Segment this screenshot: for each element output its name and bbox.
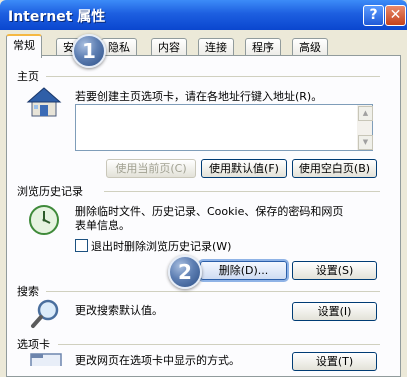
tabs-settings-button[interactable]: 设置(T) (292, 352, 377, 371)
homepage-group-label: 主页 (17, 68, 43, 84)
tab-privacy[interactable]: 隐私 (101, 38, 137, 56)
history-description-line2: 表单信息。 (75, 219, 130, 232)
tab-content[interactable]: 内容 (151, 38, 187, 56)
homepage-description: 若要创建主页选项卡，请在各地址行键入地址(R)。 (75, 90, 323, 103)
title-bar: Internet 属性 ? ✕ (0, 0, 407, 30)
use-current-page-button[interactable]: 使用当前页(C) (106, 159, 196, 178)
homepage-address-input[interactable]: ▲ ▼ (75, 104, 373, 151)
tabs-group-divider (58, 344, 380, 345)
use-blank-page-button[interactable]: 使用空白页(B) (292, 159, 377, 178)
history-group-divider (104, 191, 380, 192)
search-magnifier-icon (31, 299, 59, 328)
step-1-badge: 1 (72, 34, 106, 68)
search-settings-button[interactable]: 设置(I) (292, 302, 377, 321)
search-group-divider (46, 291, 380, 292)
close-button[interactable]: ✕ (385, 5, 406, 26)
scroll-up-icon[interactable]: ▲ (358, 106, 373, 121)
tab-advanced[interactable]: 高级 (292, 38, 328, 56)
delete-on-exit-label: 退出时删除浏览历史记录(W) (91, 240, 232, 253)
help-button[interactable]: ? (363, 5, 384, 26)
search-group-label: 搜索 (17, 283, 43, 299)
scroll-down-icon[interactable]: ▼ (358, 135, 373, 150)
use-default-button[interactable]: 使用默认值(F) (201, 159, 287, 178)
tab-general[interactable]: 常规 (6, 34, 42, 58)
delete-history-button[interactable]: 删除(D)... (200, 261, 287, 280)
history-group-label: 浏览历史记录 (17, 183, 87, 199)
homepage-group-divider (46, 76, 380, 77)
delete-on-exit-checkbox[interactable] (75, 239, 88, 252)
tab-connections[interactable]: 连接 (198, 38, 234, 56)
tabs-group-label: 选项卡 (17, 336, 54, 352)
search-description: 更改搜索默认值。 (75, 304, 163, 317)
history-settings-button[interactable]: 设置(S) (292, 261, 377, 280)
house-icon (26, 87, 62, 117)
tab-programs[interactable]: 程序 (245, 38, 281, 56)
tabs-icon (30, 353, 62, 366)
step-2-badge: 2 (168, 255, 202, 289)
address-scrollbar[interactable]: ▲ ▼ (357, 105, 373, 150)
history-clock-icon (29, 205, 59, 235)
window-title: Internet 属性 (8, 9, 106, 25)
